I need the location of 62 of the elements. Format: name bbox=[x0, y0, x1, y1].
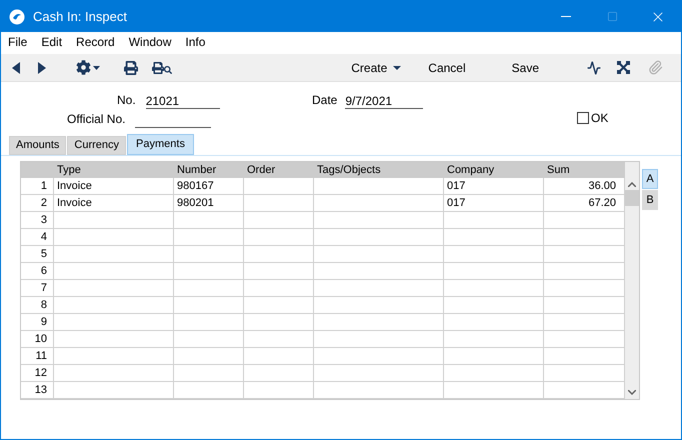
table-cell: 017 bbox=[444, 195, 544, 211]
field-label: Official No. bbox=[67, 111, 126, 128]
save-button[interactable]: Save bbox=[512, 58, 539, 76]
create-button[interactable]: Create bbox=[351, 58, 402, 76]
caret-icon bbox=[393, 66, 402, 70]
window-title: Cash In: Inspect bbox=[33, 8, 127, 26]
row-number: 8 bbox=[21, 297, 54, 313]
activity-icon[interactable] bbox=[587, 60, 601, 74]
row-number: 11 bbox=[21, 348, 54, 364]
gear-icon[interactable] bbox=[76, 60, 100, 75]
ok-checkbox[interactable] bbox=[577, 112, 589, 124]
table-cell: 980167 bbox=[174, 178, 244, 194]
cancel-button[interactable]: Cancel bbox=[428, 58, 466, 76]
minimize-icon bbox=[561, 16, 571, 17]
column-header: Number bbox=[176, 163, 218, 178]
scroll-up-icon[interactable] bbox=[628, 182, 636, 187]
paperclip-icon[interactable] bbox=[648, 60, 663, 75]
column-header: Sum bbox=[546, 163, 571, 178]
expand-icon[interactable] bbox=[617, 61, 630, 74]
next-icon[interactable] bbox=[38, 62, 46, 74]
menu-item[interactable]: Window bbox=[128, 32, 172, 50]
row-number: 12 bbox=[21, 365, 54, 381]
date-field[interactable]: 9/7/2021 bbox=[345, 95, 424, 109]
row-number: 1 bbox=[21, 178, 54, 194]
row-number: 2 bbox=[21, 195, 54, 211]
side-tab[interactable]: A bbox=[642, 169, 658, 189]
print-preview-icon[interactable] bbox=[152, 62, 172, 74]
tab[interactable]: Amounts bbox=[9, 136, 66, 155]
maximize-icon bbox=[606, 11, 618, 22]
row-number: 9 bbox=[21, 314, 54, 330]
column-header: Company bbox=[446, 163, 496, 178]
row-number: 4 bbox=[21, 229, 54, 245]
column-header: Tags/Objects bbox=[316, 163, 382, 178]
row-number: 5 bbox=[21, 246, 54, 262]
row-number: 13 bbox=[21, 382, 54, 398]
printer-icon[interactable] bbox=[124, 60, 138, 74]
app-logo-icon bbox=[9, 8, 25, 24]
table-cell: 980201 bbox=[174, 195, 244, 211]
field-label: Date bbox=[312, 92, 338, 109]
menu-item[interactable]: File bbox=[8, 32, 28, 50]
column-header: Order bbox=[246, 163, 276, 178]
scroll-thumb[interactable] bbox=[625, 190, 639, 206]
field-label: No. bbox=[117, 92, 136, 109]
row-number: 3 bbox=[21, 212, 54, 228]
table-cell: 017 bbox=[444, 178, 544, 194]
scrollbar[interactable] bbox=[625, 162, 639, 399]
table-cell: Invoice bbox=[54, 195, 174, 211]
previous-icon[interactable] bbox=[12, 62, 20, 74]
row-number: 7 bbox=[21, 280, 54, 296]
table-cell: Invoice bbox=[54, 178, 174, 194]
column-header: Type bbox=[56, 163, 82, 178]
side-tab[interactable]: B bbox=[642, 190, 658, 210]
menu-item[interactable]: Edit bbox=[41, 32, 62, 50]
tab[interactable]: Payments bbox=[127, 134, 194, 155]
checkbox-label: OK bbox=[591, 110, 608, 127]
menu-item[interactable]: Info bbox=[185, 32, 206, 50]
row-number: 6 bbox=[21, 263, 54, 279]
scroll-down-icon[interactable] bbox=[628, 390, 636, 395]
menu-item[interactable]: Record bbox=[76, 32, 115, 50]
tab[interactable]: Currency bbox=[67, 136, 126, 155]
row-number: 10 bbox=[21, 331, 54, 347]
number-field[interactable]: 21021 bbox=[146, 95, 220, 109]
